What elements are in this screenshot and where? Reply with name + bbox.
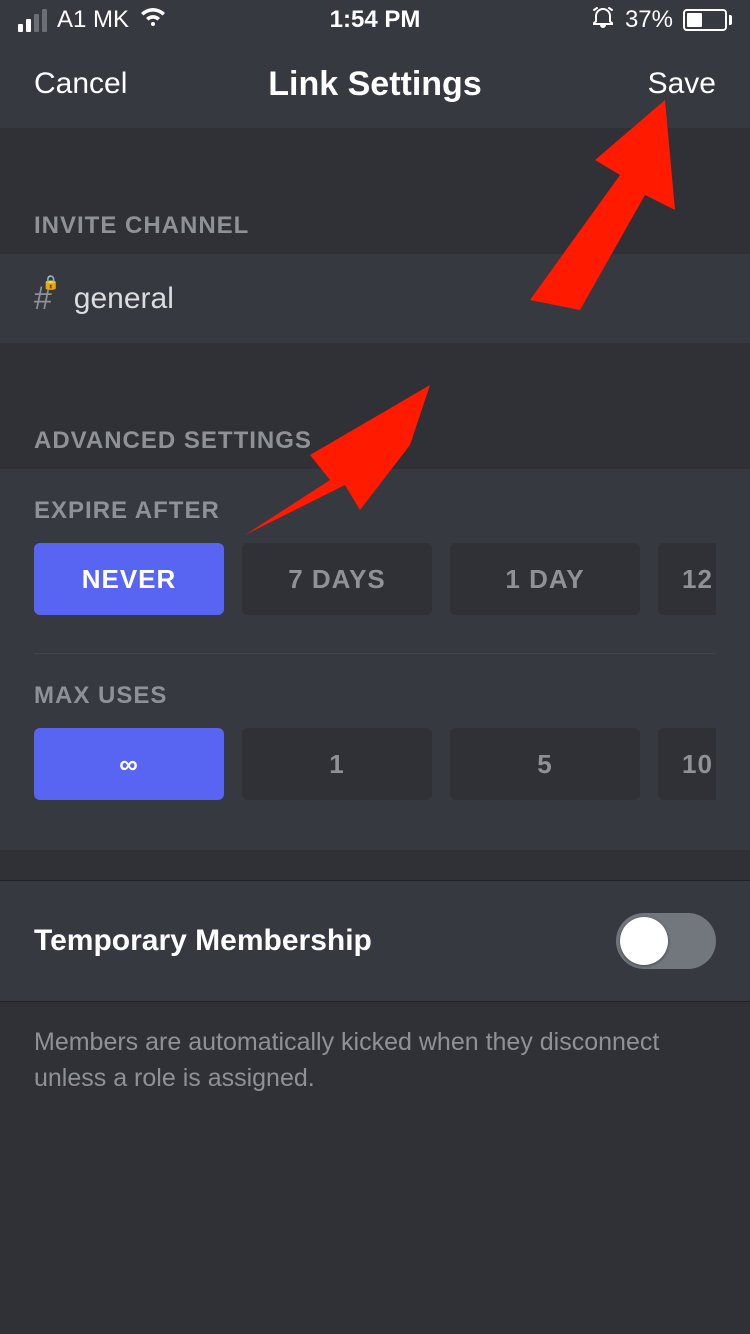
carrier-label: A1 MK: [57, 6, 129, 34]
signal-icon: [18, 9, 47, 32]
temporary-membership-row: Temporary Membership: [0, 880, 750, 1002]
max-uses-label: MAX USES: [34, 682, 716, 710]
clock-label: 1:54 PM: [330, 6, 421, 34]
temporary-membership-label: Temporary Membership: [34, 924, 372, 958]
battery-icon: [683, 9, 732, 31]
expire-option-12hours[interactable]: 12 HO: [658, 543, 716, 615]
invite-channel-header: INVITE CHANNEL: [0, 198, 750, 254]
divider: [34, 653, 716, 654]
advanced-settings-panel: EXPIRE AFTER NEVER 7 DAYS 1 DAY 12 HO MA…: [0, 469, 750, 850]
hash-lock-icon: #🔒: [34, 280, 52, 317]
expire-option-1day[interactable]: 1 DAY: [450, 543, 640, 615]
expire-after-label: EXPIRE AFTER: [34, 497, 716, 525]
max-uses-option-infinite[interactable]: ∞: [34, 728, 224, 800]
wifi-icon: [139, 6, 167, 35]
save-button[interactable]: Save: [648, 67, 716, 101]
max-uses-option-10[interactable]: 10: [658, 728, 716, 800]
expire-after-options: NEVER 7 DAYS 1 DAY 12 HO: [34, 543, 716, 615]
cancel-button[interactable]: Cancel: [34, 67, 127, 101]
temporary-membership-help: Members are automatically kicked when th…: [0, 1002, 750, 1119]
channel-name: general: [74, 282, 174, 316]
temporary-membership-toggle[interactable]: [616, 913, 716, 969]
advanced-settings-header: ADVANCED SETTINGS: [0, 413, 750, 469]
max-uses-options: ∞ 1 5 10: [34, 728, 716, 800]
channel-row[interactable]: #🔒 general: [0, 254, 750, 343]
max-uses-option-5[interactable]: 5: [450, 728, 640, 800]
max-uses-option-1[interactable]: 1: [242, 728, 432, 800]
nav-bar: Cancel Link Settings Save: [0, 40, 750, 128]
battery-pct-label: 37%: [625, 6, 673, 34]
alarm-icon: [591, 5, 615, 36]
page-title: Link Settings: [268, 65, 481, 104]
status-bar: A1 MK 1:54 PM 37%: [0, 0, 750, 40]
expire-option-7days[interactable]: 7 DAYS: [242, 543, 432, 615]
expire-option-never[interactable]: NEVER: [34, 543, 224, 615]
